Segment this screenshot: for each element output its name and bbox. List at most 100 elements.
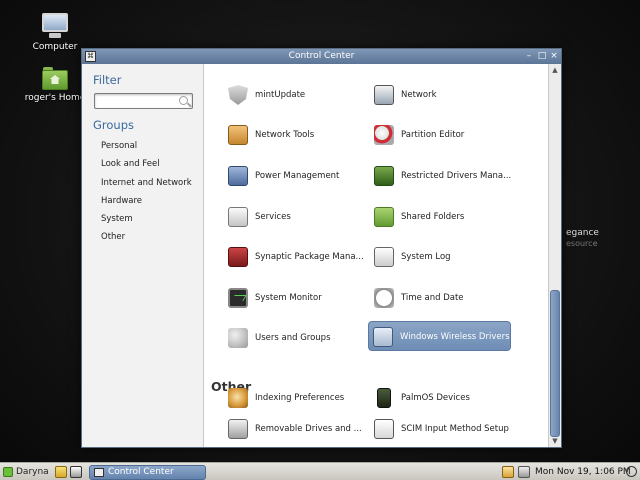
scroll-down-icon[interactable]: ▼ (549, 435, 561, 447)
search-icon[interactable] (179, 96, 188, 105)
launcher-removable-drives[interactable]: Removable Drives and ... (224, 414, 367, 444)
launcher-users-groups[interactable]: Users and Groups (224, 323, 367, 353)
launcher-label: Partition Editor (401, 130, 465, 140)
window-menu-icon[interactable]: ⌘ (85, 51, 96, 62)
group-link-personal[interactable]: Personal (101, 141, 137, 151)
group-link-other[interactable]: Other (101, 232, 125, 242)
launcher-label: Synaptic Package Mana... (255, 252, 364, 262)
launcher-label: Users and Groups (255, 333, 331, 343)
launcher-network[interactable]: Network (370, 80, 513, 110)
launcher-label: SCIM Input Method Setup (401, 424, 509, 434)
scim-icon (374, 419, 394, 439)
launcher-label: Windows Wireless Drivers (400, 332, 510, 342)
window-body: Filter Groups Personal Look and Feel Int… (82, 64, 561, 447)
vertical-scrollbar[interactable]: ▲ ▼ (548, 64, 561, 447)
launcher-services[interactable]: Services (224, 202, 367, 232)
launcher-power-management[interactable]: Power Management (224, 161, 367, 191)
launcher-label: Shared Folders (401, 212, 465, 222)
taskbar: Daryna Control Center Mon Nov 19, 1:06 P… (0, 462, 640, 480)
launcher-label: PalmOS Devices (401, 393, 470, 403)
group-link-look-and-feel[interactable]: Look and Feel (101, 159, 160, 169)
wireless-drivers-icon (373, 327, 393, 347)
wallpaper-subtext: esource (566, 239, 598, 248)
scrollbar-thumb[interactable] (550, 290, 560, 437)
launcher-label: System Monitor (255, 293, 322, 303)
home-folder-icon (42, 66, 68, 90)
filter-input[interactable] (97, 94, 175, 108)
group-link-hardware[interactable]: Hardware (101, 196, 142, 206)
launcher-synaptic[interactable]: Synaptic Package Mana... (224, 242, 367, 272)
launcher-label: Services (255, 212, 291, 222)
launcher-label: Network (401, 90, 437, 100)
text-editor-launcher-icon[interactable] (55, 466, 67, 478)
sidebar: Filter Groups Personal Look and Feel Int… (82, 64, 203, 447)
launcher-mintupdate[interactable]: mintUpdate (224, 80, 367, 110)
shield-icon (228, 85, 248, 105)
launcher-network-tools[interactable]: Network Tools (224, 120, 367, 150)
window-mini-icon (94, 468, 104, 477)
launcher-label: System Log (401, 252, 451, 262)
network-icon (374, 85, 394, 105)
wallpaper-text: egance (566, 228, 599, 238)
computer-icon (40, 13, 70, 39)
time-date-icon (374, 288, 394, 308)
desktop-icon-computer[interactable]: Computer (23, 13, 87, 52)
system-monitor-icon (228, 288, 248, 308)
taskbar-window-label: Control Center (108, 467, 174, 477)
power-icon[interactable] (626, 466, 637, 477)
launcher-partition-editor[interactable]: Partition Editor (370, 120, 513, 150)
users-groups-icon (228, 328, 248, 348)
partition-editor-icon (374, 125, 394, 145)
network-tray-icon[interactable] (518, 466, 530, 478)
show-desktop-icon[interactable] (70, 466, 82, 478)
clock[interactable]: Mon Nov 19, 1:06 PM (535, 465, 631, 479)
group-link-internet-network[interactable]: Internet and Network (101, 178, 192, 188)
launcher-windows-wireless-drivers[interactable]: Windows Wireless Drivers (368, 321, 511, 351)
restricted-drivers-icon (374, 166, 394, 186)
mint-logo-icon (3, 467, 13, 477)
taskbar-window-button[interactable]: Control Center (89, 465, 206, 480)
launcher-scim-input[interactable]: SCIM Input Method Setup (370, 414, 513, 444)
launcher-indexing-preferences[interactable]: Indexing Preferences (224, 383, 367, 413)
launcher-time-date[interactable]: Time and Date (370, 283, 513, 313)
window-titlebar[interactable]: ⌘ Control Center – □ × (82, 49, 561, 64)
launcher-palmos-devices[interactable]: PalmOS Devices (370, 383, 513, 413)
launcher-label: Restricted Drivers Mana... (401, 171, 512, 181)
launcher-system-log[interactable]: System Log (370, 242, 513, 272)
launcher-label: mintUpdate (255, 90, 306, 100)
launcher-shared-folders[interactable]: Shared Folders (370, 202, 513, 232)
main-menu-button[interactable]: Daryna (3, 465, 49, 479)
desktop-icon-home[interactable]: roger's Home (22, 66, 88, 103)
system-log-icon (374, 247, 394, 267)
filter-heading: Filter (93, 73, 122, 87)
desktop-icon-label: Computer (32, 42, 78, 52)
launcher-restricted-drivers[interactable]: Restricted Drivers Mana... (370, 161, 513, 191)
update-notifier-icon[interactable] (502, 466, 514, 478)
removable-drives-icon (228, 419, 248, 439)
filter-field[interactable] (94, 93, 193, 109)
group-link-system[interactable]: System (101, 214, 133, 224)
launcher-label: Network Tools (255, 130, 315, 140)
shared-folders-icon (374, 207, 394, 227)
launcher-label: Power Management (255, 171, 340, 181)
launcher-label: Indexing Preferences (255, 393, 345, 403)
window-title: Control Center (288, 51, 355, 61)
main-menu-label: Daryna (16, 467, 49, 477)
indexing-icon (228, 388, 248, 408)
maximize-button[interactable]: □ (536, 49, 548, 64)
synaptic-icon (228, 247, 248, 267)
launcher-system-monitor[interactable]: System Monitor (224, 283, 367, 313)
launcher-label: Removable Drives and ... (255, 424, 362, 434)
close-button[interactable]: × (548, 49, 560, 64)
scroll-up-icon[interactable]: ▲ (549, 64, 561, 76)
palmos-icon (377, 388, 391, 408)
power-management-icon (228, 166, 248, 186)
minimize-button[interactable]: – (523, 49, 535, 64)
control-panel-grid: mintUpdate Network Network Tools Partiti… (203, 64, 549, 447)
network-tools-icon (228, 125, 248, 145)
services-icon (228, 207, 248, 227)
control-center-window: ⌘ Control Center – □ × Filter Groups Per… (81, 48, 562, 448)
groups-heading: Groups (93, 118, 135, 132)
desktop-icon-label: roger's Home (24, 93, 86, 103)
launcher-label: Time and Date (401, 293, 464, 303)
